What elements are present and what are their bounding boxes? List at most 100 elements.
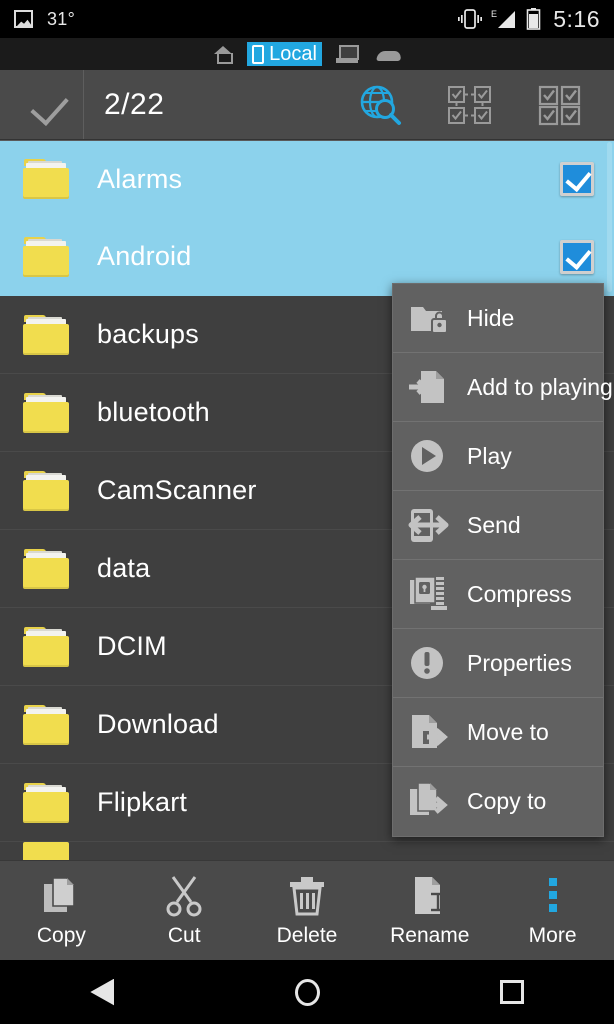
- compress-icon: [407, 573, 451, 615]
- invert-selection-icon[interactable]: [446, 84, 494, 126]
- play-icon: [407, 435, 451, 477]
- menu-item-label: Hide: [467, 304, 515, 331]
- more-label: More: [528, 923, 577, 947]
- list-item-label: backups: [97, 319, 199, 349]
- battery-icon: [526, 7, 541, 30]
- cloud-icon: [377, 47, 401, 61]
- tab-cloud[interactable]: [372, 45, 406, 63]
- folder-icon: [22, 782, 70, 823]
- folder-icon: [22, 704, 70, 745]
- row-checkbox[interactable]: [560, 239, 594, 274]
- menu-item-move-to[interactable]: Move to: [393, 698, 603, 767]
- cut-label: Cut: [167, 923, 201, 947]
- status-bar-right: E 5:16: [458, 6, 600, 33]
- vibrate-icon: [458, 9, 483, 29]
- folder-icon: [22, 626, 70, 667]
- selection-count: 2/22: [104, 87, 165, 121]
- rename-icon: [409, 874, 451, 918]
- list-item-label: Flipkart: [97, 787, 188, 817]
- rename-button[interactable]: Rename: [368, 874, 491, 948]
- clock-text: 5:16: [553, 5, 600, 32]
- menu-item-properties[interactable]: Properties: [393, 629, 603, 698]
- action-bar-icons: [358, 84, 614, 126]
- menu-item-compress[interactable]: Compress: [393, 560, 603, 629]
- temperature-text: 31°: [47, 8, 76, 29]
- menu-item-send[interactable]: Send: [393, 491, 603, 560]
- copy-button[interactable]: Copy: [0, 874, 123, 948]
- menu-item-label: Properties: [467, 649, 572, 676]
- folder-lock-icon: [407, 297, 451, 339]
- square-recent-icon: [499, 980, 524, 1004]
- row-checkbox[interactable]: [560, 162, 594, 196]
- list-item-label: Alarms: [97, 163, 183, 194]
- home-icon: [213, 45, 234, 64]
- menu-item-play[interactable]: Play: [393, 422, 603, 491]
- phone-screen: 31° E 5:16 Local 2/22 Alarms Android bac…: [0, 0, 614, 1024]
- delete-label: Delete: [276, 923, 338, 947]
- list-item-label: DCIM: [97, 631, 167, 661]
- more-button[interactable]: More: [491, 874, 614, 948]
- menu-item-copy-to[interactable]: Copy to: [393, 767, 603, 836]
- menu-item-label: Send: [467, 511, 521, 538]
- globe-search-icon[interactable]: [358, 84, 404, 126]
- list-item-label: CamScanner: [97, 475, 257, 505]
- menu-item-label: Compress: [467, 580, 572, 607]
- triangle-back-icon: [90, 978, 115, 1006]
- select-all-icon[interactable]: [536, 84, 584, 126]
- menu-item-label: Move to: [467, 718, 549, 745]
- bottom-action-bar: Copy Cut Delete Rename More: [0, 860, 614, 960]
- copy-to-icon: [407, 781, 451, 823]
- list-item-label: Android: [97, 241, 192, 271]
- selection-action-bar: 2/22: [0, 70, 614, 140]
- more-vertical-icon: [532, 874, 574, 918]
- trash-icon: [286, 874, 328, 918]
- circle-home-icon: [294, 978, 320, 1006]
- context-menu: Hide Add to playing Play Send Compress P…: [392, 283, 613, 837]
- list-item-partial[interactable]: [0, 842, 614, 860]
- menu-item-label: Play: [467, 442, 512, 469]
- list-item-label: bluetooth: [97, 397, 210, 427]
- nav-recent-button[interactable]: [409, 980, 614, 1004]
- menu-item-hide[interactable]: Hide: [393, 284, 603, 353]
- folder-icon: [22, 314, 70, 355]
- send-icon: [407, 504, 451, 546]
- phone-icon: [252, 44, 265, 64]
- menu-item-label: Add to playing: [467, 373, 613, 400]
- tab-local[interactable]: Local: [247, 42, 322, 66]
- folder-icon: [22, 548, 70, 589]
- computer-icon: [335, 45, 359, 63]
- cut-button[interactable]: Cut: [123, 874, 246, 948]
- rename-label: Rename: [390, 923, 470, 947]
- folder-icon: [22, 470, 70, 511]
- folder-icon: [22, 236, 70, 277]
- menu-item-add-to-playing[interactable]: Add to playing: [393, 353, 613, 422]
- tab-local-label: Local: [269, 43, 317, 65]
- confirm-selection-button[interactable]: [0, 70, 84, 139]
- list-scrollbar[interactable]: [607, 142, 612, 292]
- folder-icon: [22, 842, 70, 860]
- copy-label: Copy: [36, 923, 86, 947]
- move-to-icon: [407, 711, 451, 753]
- scissors-icon: [163, 874, 205, 918]
- copy-icon: [40, 874, 82, 918]
- folder-icon: [22, 159, 70, 199]
- properties-icon: [407, 642, 451, 684]
- folder-icon: [22, 392, 70, 433]
- delete-button[interactable]: Delete: [246, 874, 369, 948]
- svg-text:E: E: [491, 9, 497, 19]
- nav-back-button[interactable]: [0, 978, 205, 1006]
- checkmark-icon: [22, 92, 62, 118]
- list-item[interactable]: Alarms: [0, 140, 614, 218]
- android-nav-bar: [0, 960, 614, 1024]
- tab-home[interactable]: [208, 44, 238, 65]
- list-item-label: data: [97, 553, 151, 583]
- add-to-playlist-icon: [407, 366, 451, 408]
- menu-item-label: Copy to: [467, 788, 547, 814]
- nav-home-button[interactable]: [205, 978, 410, 1006]
- signal-icon: E: [491, 9, 516, 28]
- status-bar-left: 31°: [14, 9, 75, 30]
- tab-network[interactable]: [331, 43, 363, 65]
- status-bar: 31° E 5:16: [0, 0, 614, 38]
- list-item-label: Download: [97, 709, 219, 739]
- location-tab-strip: Local: [0, 38, 614, 70]
